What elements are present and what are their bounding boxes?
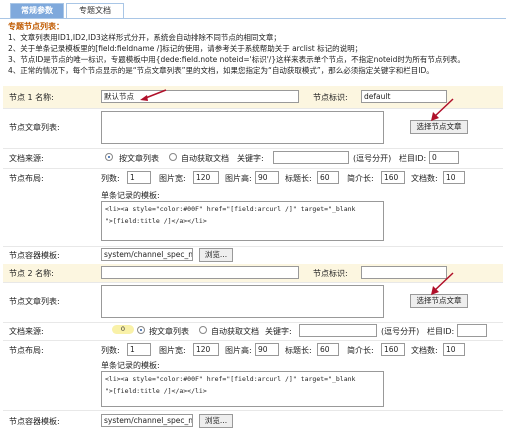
- node1-layout-row: 节点布局: 列数: 1 图片宽: 120 图片高: 90 标题长: 60 简介长…: [3, 168, 503, 247]
- node1-titlelen-input[interactable]: 60: [317, 171, 339, 184]
- node1-keyword-hint: (逗号分开): [353, 154, 392, 163]
- node1-item-template-textarea[interactable]: <li><a style="color:#00F" href="[field:a…: [101, 201, 384, 241]
- node2-rows-input[interactable]: 10: [443, 343, 465, 356]
- note-line: 4、正常的情况下，每个节点显示的是“节点文章列表”里的文档，如果您指定为“自动获…: [8, 66, 434, 75]
- node2-container-input[interactable]: system/channel_spec_n: [101, 414, 193, 427]
- node1-template-line: <li><a style="color:#00F" href="[field:a…: [105, 205, 356, 213]
- node2-article-list-textarea[interactable]: [101, 285, 384, 318]
- node1-name-label: 节点 1 名称:: [9, 93, 54, 102]
- node1-radio-by-list[interactable]: [105, 153, 113, 161]
- node1-container-label: 节点容器模板:: [9, 251, 60, 260]
- red-arrow-icon: [431, 272, 454, 295]
- node2-infolen-input[interactable]: 160: [381, 343, 405, 356]
- node2-cols-label: 列数:: [101, 346, 120, 355]
- node2-typeid-label: 栏目ID:: [427, 327, 455, 336]
- node2-keyword-hint: (逗号分开): [381, 327, 420, 336]
- node2-radio-by-list-label: 按文章列表: [149, 327, 189, 336]
- node2-template-line: ">[field:title /]</a></li>: [105, 387, 207, 395]
- node1-radio-auto-label: 自动获取文档: [181, 154, 229, 163]
- node1-infolen-input[interactable]: 160: [381, 171, 405, 184]
- node1-rows-label: 文档数:: [411, 174, 438, 183]
- node2-cols-input[interactable]: 1: [127, 343, 151, 356]
- node1-radio-auto[interactable]: [169, 153, 177, 161]
- node2-radio-auto-label: 自动获取文档: [211, 327, 259, 336]
- node2-infolen-label: 简介长:: [347, 346, 374, 355]
- node2-imgw-input[interactable]: 120: [193, 343, 219, 356]
- node2-keyword-label: 关键字:: [265, 327, 292, 336]
- node1-id-label: 节点标识:: [313, 93, 348, 102]
- node1-article-list-textarea[interactable]: [101, 111, 384, 144]
- node1-template-line: ">[field:title /]</a></li>: [105, 217, 207, 225]
- node1-source-label: 文档来源:: [9, 154, 44, 163]
- node1-keyword-label: 关键字:: [237, 154, 264, 163]
- node2-typeid-input[interactable]: [457, 324, 487, 337]
- node2-template-line: <li><a style="color:#00F" href="[field:a…: [105, 375, 356, 383]
- node2-container-row: 节点容器模板: system/channel_spec_n 浏览...: [3, 410, 503, 432]
- node1-imgh-input[interactable]: 90: [255, 171, 279, 184]
- node2-titlelen-label: 标题长:: [285, 346, 312, 355]
- node2-layout-label: 节点布局:: [9, 346, 44, 355]
- node1-container-input[interactable]: system/channel_spec_n: [101, 248, 193, 261]
- node1-cols-label: 列数:: [101, 174, 120, 183]
- node1-imgw-input[interactable]: 120: [193, 171, 219, 184]
- tab-special-docs[interactable]: 专题文档: [66, 3, 124, 18]
- node1-cols-input[interactable]: 1: [127, 171, 151, 184]
- node2-layout-row: 节点布局: 列数: 1 图片宽: 120 图片高: 90 标题长: 60 简介长…: [3, 340, 503, 411]
- note-line: 2、关于单条记录模板里的[field:fieldname /]标记的使用，请参考…: [8, 44, 363, 53]
- node1-browse-button[interactable]: 浏览...: [199, 248, 233, 262]
- node1-typeid-label: 栏目ID:: [399, 154, 427, 163]
- node1-template-label: 单条记录的模板:: [101, 191, 160, 200]
- red-arrow-icon: [140, 89, 167, 101]
- node1-rows-input[interactable]: 10: [443, 171, 465, 184]
- node1-radio-by-list-label: 按文章列表: [119, 154, 159, 163]
- node2-titlelen-input[interactable]: 60: [317, 343, 339, 356]
- node2-list-label: 节点文章列表:: [9, 297, 60, 306]
- notes-title: 专题节点列表：: [8, 22, 64, 31]
- node2-imgw-label: 图片宽:: [159, 346, 186, 355]
- node2-radio-by-list[interactable]: [137, 326, 145, 334]
- node2-template-label: 单条记录的模板:: [101, 361, 160, 370]
- note-line: 3、节点ID是节点的唯一标识，专题模板中用{dede:field.note no…: [8, 55, 465, 64]
- node2-item-template-textarea[interactable]: <li><a style="color:#00F" href="[field:a…: [101, 371, 384, 407]
- node1-layout-label: 节点布局:: [9, 174, 44, 183]
- node1-imgw-label: 图片宽:: [159, 174, 186, 183]
- tab-bar: 常规参数 专题文档: [0, 0, 506, 19]
- node2-radio-auto[interactable]: [199, 326, 207, 334]
- red-arrow-icon: [431, 98, 454, 121]
- node2-imgh-input[interactable]: 90: [255, 343, 279, 356]
- node2-name-label: 节点 2 名称:: [9, 269, 54, 278]
- note-line: 1、文章列表用ID1,ID2,ID3这样形式分开，系统会自动排除不同节点的相同文…: [8, 33, 281, 42]
- node1-source-row: 文档来源: 按文章列表 自动获取文档 关键字: (逗号分开) 栏目ID: 0: [3, 148, 503, 169]
- node2-rows-label: 文档数:: [411, 346, 438, 355]
- node2-imgh-label: 图片高:: [225, 346, 252, 355]
- node2-source-badge: 0: [112, 325, 134, 334]
- node2-container-label: 节点容器模板:: [9, 417, 60, 426]
- node2-keyword-input[interactable]: [299, 324, 377, 337]
- node1-name-input[interactable]: 默认节点: [101, 90, 299, 103]
- node1-infolen-label: 简介长:: [347, 174, 374, 183]
- help-notes: 专题节点列表： 1、文章列表用ID1,ID2,ID3这样形式分开，系统会自动排除…: [8, 22, 498, 76]
- node2-name-input[interactable]: [101, 266, 299, 279]
- node1-list-label: 节点文章列表:: [9, 123, 60, 132]
- node2-browse-button[interactable]: 浏览...: [199, 414, 233, 428]
- node1-imgh-label: 图片高:: [225, 174, 252, 183]
- node2-source-row: 文档来源: 0 按文章列表 自动获取文档 关键字: (逗号分开) 栏目ID:: [3, 322, 503, 341]
- tab-general-params[interactable]: 常规参数: [10, 3, 64, 18]
- node1-titlelen-label: 标题长:: [285, 174, 312, 183]
- node1-container-row: 节点容器模板: system/channel_spec_n 浏览...: [3, 246, 503, 265]
- node1-keyword-input[interactable]: [273, 151, 349, 164]
- node1-typeid-input[interactable]: 0: [429, 151, 459, 164]
- node2-id-label: 节点标识:: [313, 269, 348, 278]
- node2-source-label: 文档来源:: [9, 327, 44, 336]
